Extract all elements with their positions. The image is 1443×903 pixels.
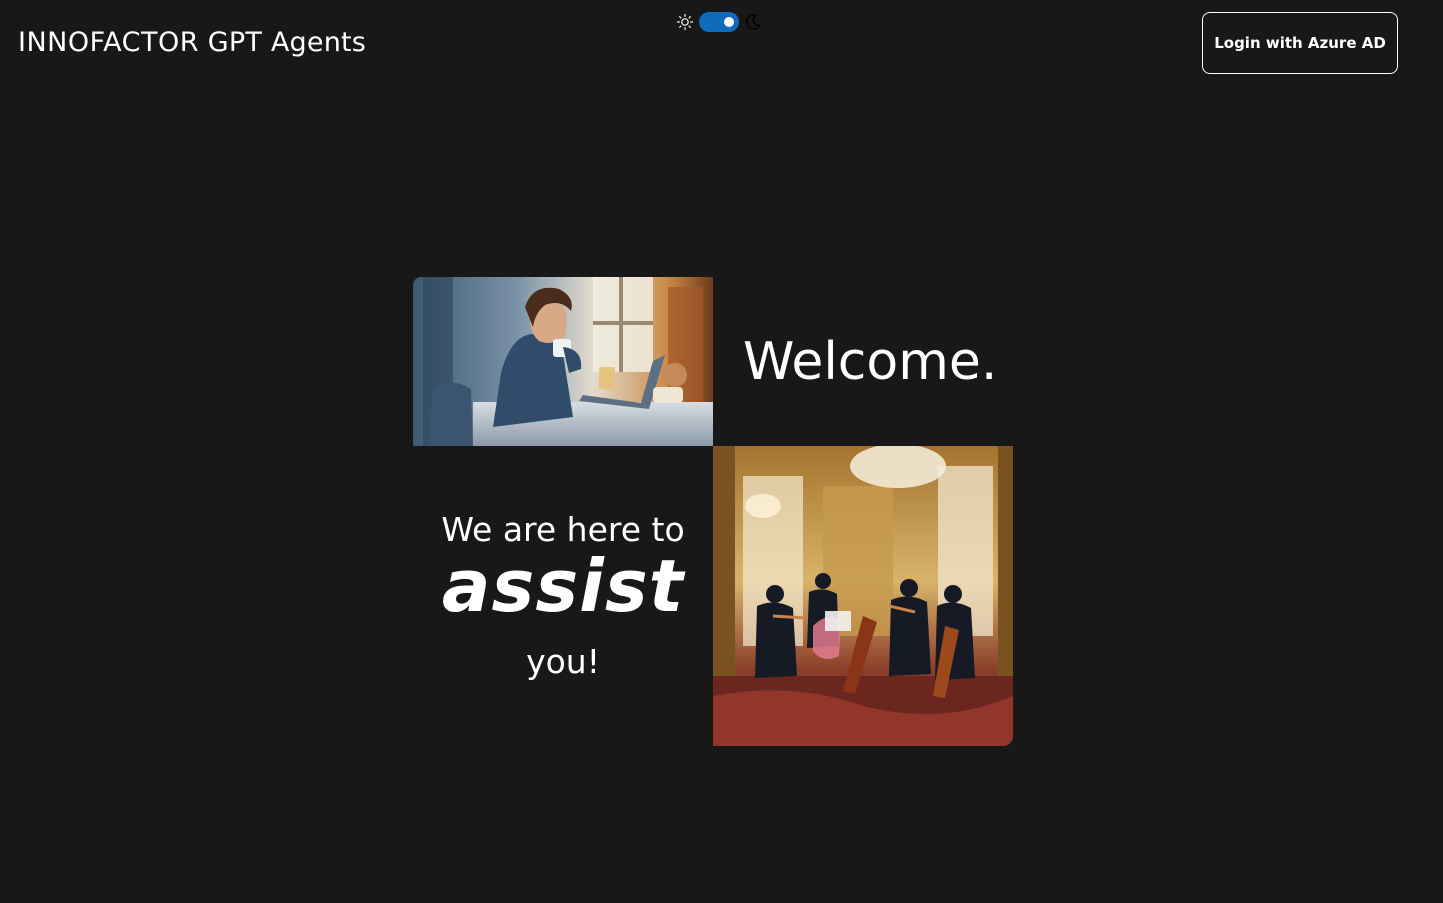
hero-image-woman-laptop [413, 277, 713, 446]
header: INNOFACTOR GPT Agents Login with Azure A… [0, 0, 1443, 90]
theme-switch[interactable] [699, 12, 739, 32]
assist-tagline: We are here to assist you! [413, 446, 713, 746]
tagline-emphasis: assist [441, 544, 685, 628]
brand-suffix: GPT Agents [199, 27, 367, 58]
moon-icon [745, 14, 761, 30]
welcome-heading: Welcome. [743, 332, 998, 392]
login-azure-ad-button[interactable]: Login with Azure AD [1202, 12, 1398, 74]
switch-knob [724, 17, 734, 27]
hero-image-string-quartet [713, 446, 1013, 746]
tagline-line-3: you! [526, 642, 600, 681]
brand-logo: INNOFACTOR [18, 27, 200, 58]
hero-section: Welcome. We are here to assist you! [413, 277, 1013, 746]
brand-title[interactable]: INNOFACTOR GPT Agents [18, 26, 366, 59]
sun-icon [676, 13, 694, 31]
theme-toggle[interactable] [676, 10, 762, 34]
